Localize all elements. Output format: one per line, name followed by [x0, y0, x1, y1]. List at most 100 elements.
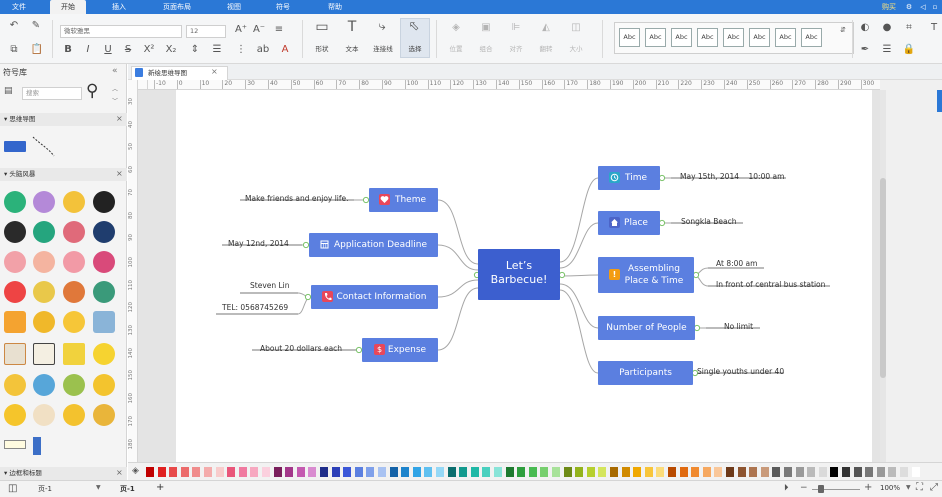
mindmap-connector-shape[interactable]: [30, 134, 58, 160]
color-swatch[interactable]: [494, 467, 502, 477]
brain-head-icon[interactable]: [63, 191, 85, 213]
play-icon[interactable]: ⏵: [784, 483, 789, 493]
bullet-list-icon[interactable]: ☰: [210, 44, 224, 56]
color-swatch[interactable]: [853, 467, 862, 477]
brain-gear-icon[interactable]: [63, 221, 85, 243]
drawing-page[interactable]: Let’s Barbecue! Theme Application Deadli…: [176, 90, 872, 462]
line-color-icon[interactable]: ✒: [858, 44, 872, 56]
fit-page-icon[interactable]: ⛶: [916, 482, 923, 493]
label-shape-icon[interactable]: [4, 440, 26, 449]
color-swatch[interactable]: [343, 467, 352, 477]
style-sample[interactable]: Abc: [697, 28, 718, 47]
search-icon[interactable]: ⚲: [86, 82, 98, 100]
detail-contact-phone[interactable]: TEL: 0568745269: [222, 303, 288, 312]
zoom-in-icon[interactable]: +: [864, 482, 872, 493]
lock-icon[interactable]: 🔒: [902, 44, 916, 56]
side-panel-toggle[interactable]: [937, 90, 942, 112]
style-sample[interactable]: Abc: [619, 28, 640, 47]
color-swatch[interactable]: [296, 467, 305, 477]
burst-icon[interactable]: [63, 311, 85, 333]
detail-place[interactable]: Songkla Beach: [681, 217, 737, 226]
zoom-slider-handle[interactable]: [818, 485, 824, 493]
bold-icon[interactable]: B: [62, 44, 74, 56]
color-swatch[interactable]: [528, 467, 537, 477]
menu-tab-symbol[interactable]: 符号: [268, 0, 298, 14]
color-swatch[interactable]: [447, 467, 456, 477]
color-swatch[interactable]: [760, 467, 769, 477]
color-swatch[interactable]: [714, 467, 723, 477]
eye-icon[interactable]: [93, 281, 115, 303]
align-label[interactable]: 对齐: [504, 43, 528, 53]
close-section-icon[interactable]: ×: [116, 169, 123, 178]
text-style-icon[interactable]: ab: [256, 44, 270, 56]
brain-icon[interactable]: [93, 251, 115, 273]
lightbulb-icon[interactable]: [93, 404, 115, 426]
color-swatch[interactable]: [737, 467, 746, 477]
text-tool-icon[interactable]: T: [344, 20, 360, 34]
copy-icon[interactable]: ⧉: [8, 44, 20, 56]
font-decrease-icon[interactable]: A⁻: [252, 24, 266, 36]
fullscreen-icon[interactable]: ⤢: [930, 482, 938, 493]
section-mindmap[interactable]: ▾ 思维导图: [0, 113, 127, 126]
lightbulb-icon[interactable]: [4, 404, 26, 426]
brain-head-icon[interactable]: [93, 191, 115, 213]
color-swatch[interactable]: [876, 467, 885, 477]
color-swatch[interactable]: [204, 467, 212, 477]
color-swatch[interactable]: [459, 467, 468, 477]
color-swatch[interactable]: [552, 467, 560, 477]
color-swatch[interactable]: [610, 467, 618, 477]
color-swatch[interactable]: [749, 467, 758, 477]
select-tool-label[interactable]: 选择: [402, 43, 428, 53]
shape-tool-label[interactable]: 形状: [310, 43, 334, 53]
style-sample[interactable]: Abc: [671, 28, 692, 47]
align-objects-icon[interactable]: ⊫: [508, 22, 524, 34]
page-dropdown-icon[interactable]: ▼: [96, 484, 101, 491]
color-swatch[interactable]: [726, 467, 734, 477]
detail-deadline[interactable]: May 12nd, 2014: [228, 239, 289, 248]
detail-time[interactable]: May 15th, 2014 10:00 am: [680, 172, 784, 181]
color-swatch[interactable]: [668, 467, 676, 477]
board-icon[interactable]: [93, 311, 115, 333]
format-painter-icon[interactable]: ✎: [30, 20, 42, 32]
connector-tool-label[interactable]: 连接线: [368, 43, 398, 53]
team-icon[interactable]: [63, 281, 85, 303]
color-swatch[interactable]: [911, 467, 920, 477]
color-swatch[interactable]: [262, 467, 270, 477]
magnifier-icon[interactable]: [63, 404, 85, 426]
color-swatch[interactable]: [169, 467, 178, 477]
position-label[interactable]: 位置: [444, 43, 468, 53]
color-swatch[interactable]: [273, 467, 282, 477]
line-spacing-icon[interactable]: ⇕: [188, 44, 202, 56]
style-sample[interactable]: Abc: [723, 28, 744, 47]
color-swatch[interactable]: [401, 467, 410, 477]
mindmap-topic-shape[interactable]: [4, 141, 26, 152]
color-swatch[interactable]: [424, 467, 433, 477]
burst-icon[interactable]: [33, 311, 55, 333]
page-view-icon[interactable]: ◫: [8, 483, 17, 494]
superscript-icon[interactable]: X²: [142, 44, 156, 56]
color-swatch[interactable]: [366, 467, 375, 477]
detail-assembling-time[interactable]: At 8:00 am: [716, 259, 757, 268]
add-page-button[interactable]: +: [156, 482, 164, 493]
lightbulb-icon[interactable]: [63, 374, 85, 396]
shadow-icon[interactable]: ●: [880, 22, 894, 34]
underline-icon[interactable]: U: [102, 44, 114, 56]
italic-icon[interactable]: I: [82, 44, 94, 56]
topic-time[interactable]: Time: [598, 166, 660, 190]
align-icon[interactable]: ≡: [272, 24, 286, 36]
color-swatch[interactable]: [633, 467, 642, 477]
zoom-out-icon[interactable]: −: [800, 483, 808, 493]
color-swatch[interactable]: [192, 467, 201, 477]
color-swatch[interactable]: [888, 467, 897, 477]
menu-tab-view[interactable]: 视图: [220, 0, 248, 14]
menu-tab-file[interactable]: 文件: [6, 0, 32, 14]
pointer-icon[interactable]: ⬁: [406, 20, 422, 33]
flip-label[interactable]: 翻转: [534, 43, 558, 53]
color-swatch[interactable]: [389, 467, 398, 477]
idea-head-icon[interactable]: [33, 221, 55, 243]
fill-color-icon[interactable]: ◐: [858, 22, 872, 34]
color-swatch[interactable]: [830, 467, 839, 477]
key-icon[interactable]: [33, 281, 55, 303]
style-sample[interactable]: Abc: [749, 28, 770, 47]
menu-tab-home[interactable]: 开始: [50, 0, 86, 14]
